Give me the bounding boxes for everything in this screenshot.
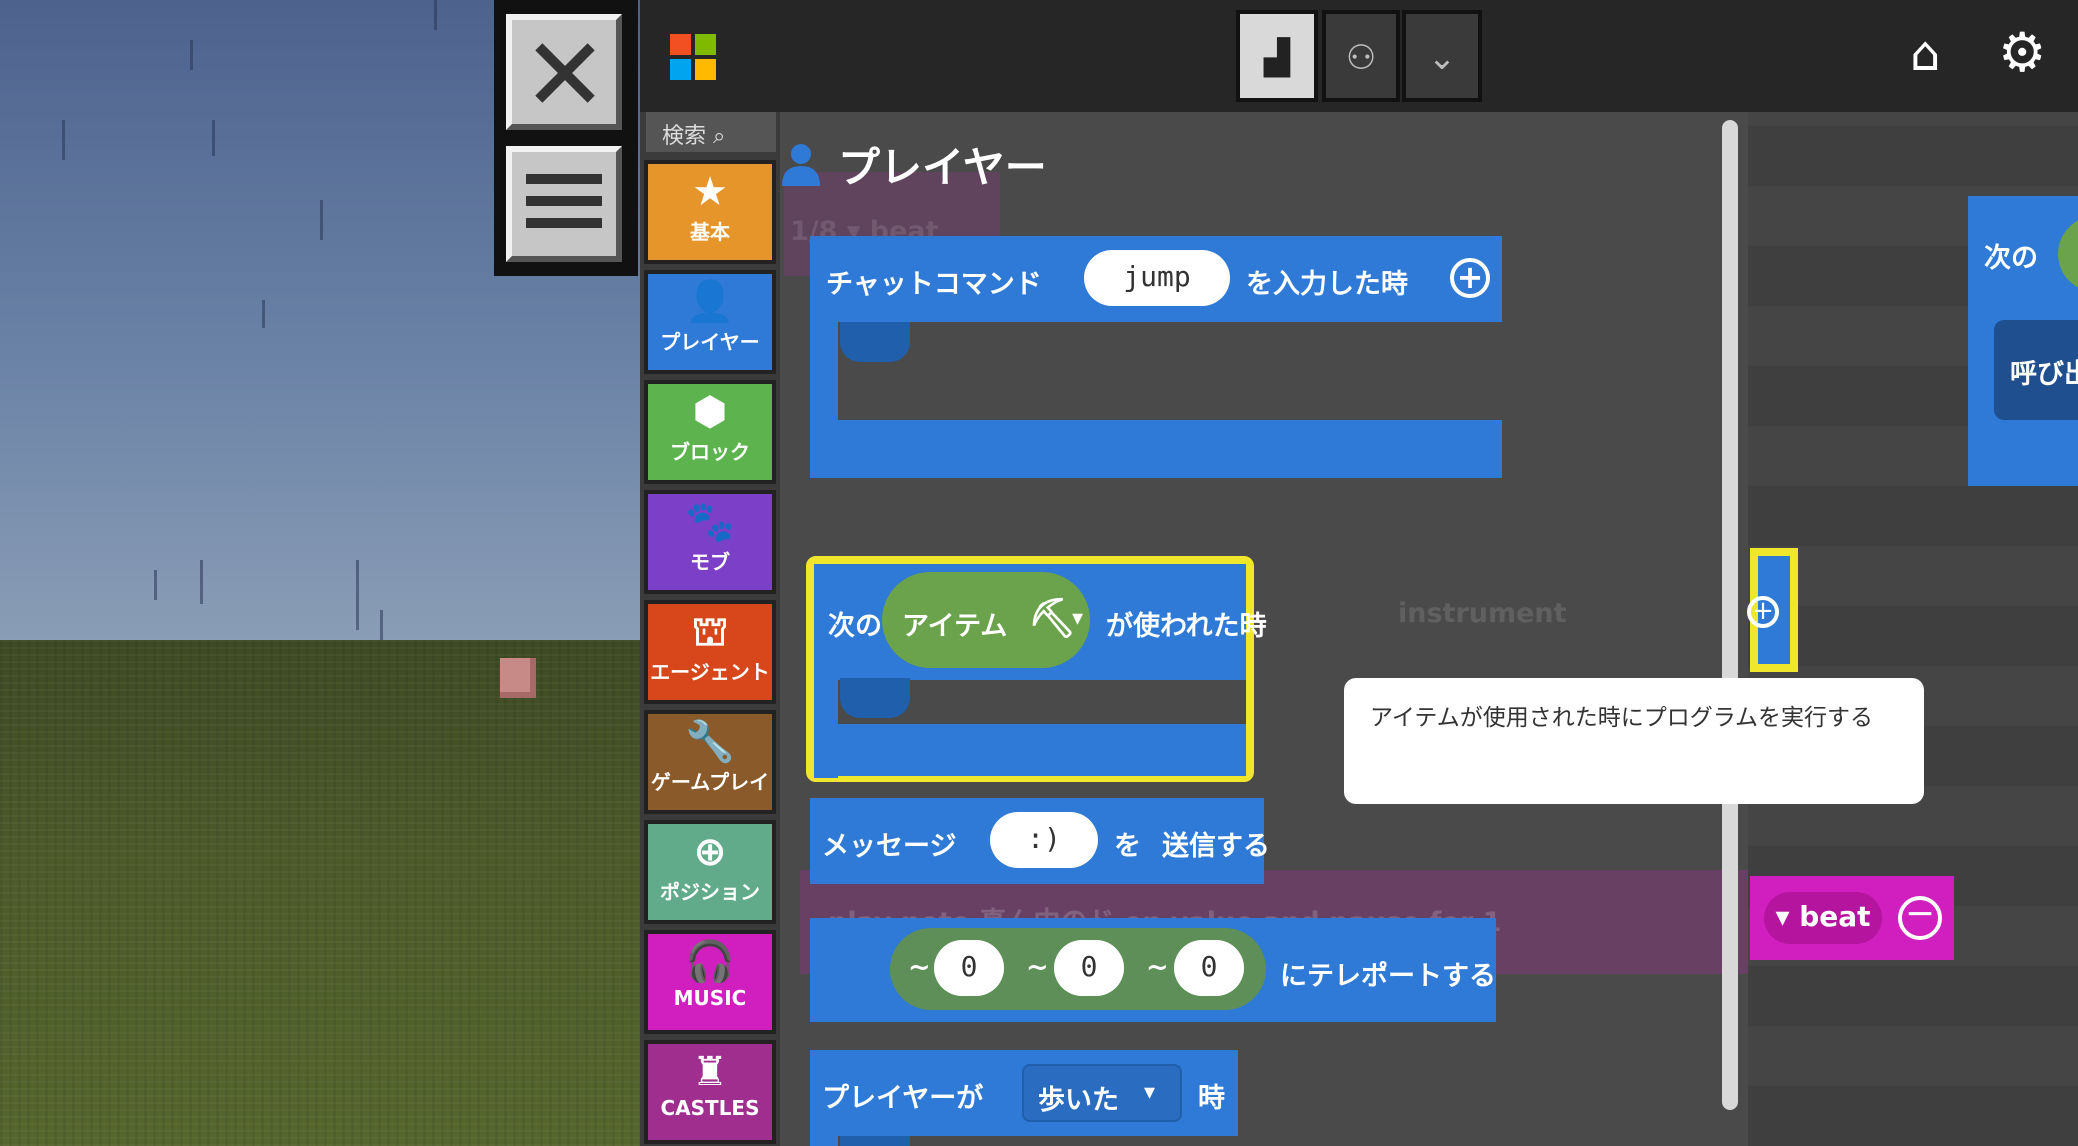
rain-streak <box>212 120 215 156</box>
block-suffix: が使われた時 <box>1106 611 1267 642</box>
toolbox: 検索 ⌕ ★ 基本 👤 プレイヤー ⬢ ブロック 🐾 モブ ⛫ エージェント 🔧… <box>640 112 780 1146</box>
dropdown-arrow-icon: ▾ <box>1072 606 1084 631</box>
block-suffix: 時 <box>1198 1083 1225 1114</box>
category-label: エージェント <box>650 660 770 684</box>
rain-streak <box>262 300 265 328</box>
block-suffix: 送信する <box>1162 831 1270 862</box>
walk-mode-dropdown[interactable]: 歩いた ▾ <box>1022 1064 1182 1122</box>
category-label: ポジション <box>660 880 760 904</box>
category-label: MUSIC <box>673 986 747 1010</box>
item-dropdown[interactable]: ア <box>2058 216 2078 292</box>
wrench-icon: 🔧 <box>685 719 735 765</box>
chat-command-input[interactable]: jump <box>1084 250 1230 306</box>
flyout-title: プレイヤー <box>838 143 1047 192</box>
search-icon: ⌕ <box>713 124 726 149</box>
teleport-block[interactable]: ~ 0 ~ 0 ~ 0 にテレポートする <box>810 918 1496 1022</box>
send-message-block[interactable]: メッセージ :) を 送信する <box>810 798 1270 884</box>
chevron-down-icon: ⌄ <box>1427 38 1457 78</box>
category-label: CASTLES <box>660 1096 760 1120</box>
category-mobs[interactable]: 🐾 モブ <box>644 490 776 594</box>
minecraft-button-frame <box>494 0 638 276</box>
rain-streak <box>356 560 359 630</box>
category-label: プレイヤー <box>660 330 760 354</box>
beat-dropdown[interactable]: ▾ beat <box>1764 892 1882 944</box>
x-input[interactable]: 0 <box>934 940 1004 996</box>
hamburger-icon <box>526 174 602 240</box>
microsoft-logo <box>670 34 716 80</box>
block-suffix: を入力した時 <box>1246 269 1408 300</box>
z-input[interactable]: 0 <box>1174 940 1244 996</box>
block-prefix: チャットコマンド <box>826 269 1042 300</box>
blocks-mode-tab[interactable]: ▟ <box>1236 10 1318 102</box>
category-basic[interactable]: ★ 基本 <box>644 160 776 264</box>
language-dropdown-button[interactable]: ⌄ <box>1402 10 1482 102</box>
category-label: ゲームプレイ <box>650 770 770 794</box>
block-prefix: プレイヤーが <box>822 1083 984 1114</box>
python-mode-tab[interactable]: ⚇ <box>1322 10 1400 102</box>
category-blocks[interactable]: ⬢ ブロック <box>644 380 776 484</box>
gear-icon[interactable]: ⚙ <box>1998 26 2046 80</box>
menu-button[interactable] <box>502 142 626 266</box>
rain-streak <box>62 120 65 160</box>
rain-streak <box>320 200 323 240</box>
shovel-icon: ⛏ <box>1028 596 1077 640</box>
puzzle-icon: ▟ <box>1263 38 1291 78</box>
rain-streak <box>190 40 193 70</box>
ghost-instrument-text: instrument <box>1398 598 1567 629</box>
close-button[interactable] <box>502 10 626 134</box>
minus-icon[interactable]: − <box>1898 896 1942 940</box>
pig <box>500 658 536 698</box>
search-label: 検索 <box>662 124 707 149</box>
home-icon[interactable]: ⌂ <box>1910 30 1940 78</box>
block-prefix: メッセージ <box>822 831 957 862</box>
editor-top-bar: ▟ ⚇ ⌄ ⌂ ⚙ <box>640 0 2078 112</box>
flyout-scrollbar[interactable] <box>1722 120 1738 1110</box>
item-used-block[interactable]: 次の アイテム ⛏ ▾ が使われた時 <box>814 564 1267 680</box>
paw-icon: 🐾 <box>685 499 735 545</box>
category-position[interactable]: ⊕ ポジション <box>644 820 776 924</box>
category-music[interactable]: 🎧 MUSIC <box>644 930 776 1034</box>
item-dropdown[interactable]: アイテム ⛏ ▾ <box>882 572 1090 668</box>
headphones-icon: 🎧 <box>685 939 735 985</box>
message-input[interactable]: :) <box>990 812 1098 868</box>
cube-icon: ⬢ <box>692 389 728 435</box>
person-icon: 👤 <box>685 279 735 325</box>
category-label: モブ <box>690 550 730 574</box>
crosshair-icon: ⊕ <box>693 829 727 875</box>
block-flyout: 1/8 ▾ beat instrument play note 真ん中のド on… <box>780 112 1748 1146</box>
star-icon: ★ <box>692 169 728 215</box>
python-icon: ⚇ <box>1345 38 1377 78</box>
tooltip-text: アイテムが使用された時にプログラムを実行する <box>1370 705 1874 731</box>
plus-icon[interactable]: + <box>1450 258 1490 298</box>
rain-streak <box>434 0 437 30</box>
category-player[interactable]: 👤 プレイヤー <box>644 270 776 374</box>
y-input[interactable]: 0 <box>1054 940 1124 996</box>
close-icon <box>534 42 594 102</box>
call-block[interactable]: 呼び出し <box>1994 320 2078 420</box>
castle-icon: ♜ <box>692 1049 728 1095</box>
player-walked-block[interactable]: プレイヤーが 歩いた ▾ 時 <box>810 1050 1238 1136</box>
block-suffix: にテレポートする <box>1280 961 1496 992</box>
dropdown-arrow-icon: ▾ <box>1144 1080 1156 1105</box>
rain-streak <box>154 570 157 600</box>
block-tooltip: アイテムが使用された時にプログラムを実行する <box>1344 678 1924 804</box>
block-prefix: 次の <box>828 611 882 642</box>
rain-streak <box>200 560 203 604</box>
agent-icon: ⛫ <box>691 609 729 655</box>
category-gameplay[interactable]: 🔧 ゲームプレイ <box>644 710 776 814</box>
block-prefix: 次の <box>1984 243 2038 274</box>
category-label: ブロック <box>670 440 750 464</box>
person-icon <box>782 144 820 186</box>
grass-ground <box>0 640 640 1146</box>
position-input[interactable]: ~ 0 ~ 0 ~ 0 <box>890 928 1266 1010</box>
minecraft-world-view <box>0 0 640 1146</box>
category-agent[interactable]: ⛫ エージェント <box>644 600 776 704</box>
category-label: 基本 <box>690 220 730 244</box>
workspace-item-block[interactable]: 次の ア 呼び出し <box>1968 196 2078 486</box>
chat-command-block[interactable]: チャットコマンド jump を入力した時 + <box>810 236 1502 538</box>
toolbox-search[interactable]: 検索 ⌕ <box>646 112 776 152</box>
makecode-editor: ▟ ⚇ ⌄ ⌂ ⚙ 検索 ⌕ ★ 基本 👤 プレイヤー ⬢ ブロック 🐾 モブ … <box>640 0 2078 1146</box>
plus-icon[interactable]: + <box>1747 596 1779 628</box>
category-castles[interactable]: ♜ CASTLES <box>644 1040 776 1144</box>
